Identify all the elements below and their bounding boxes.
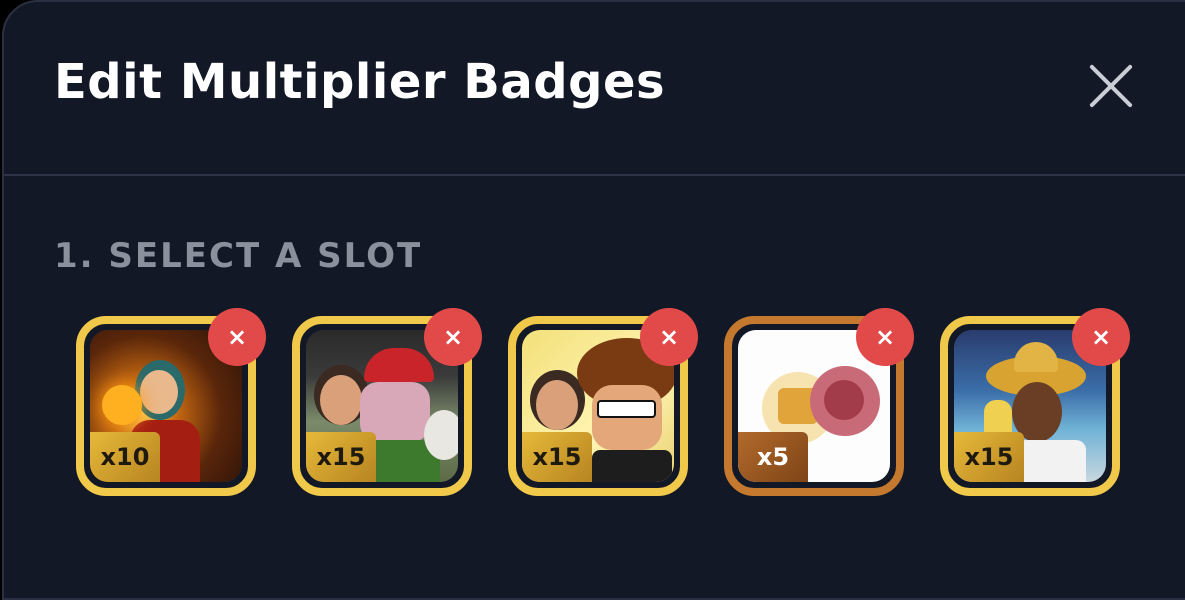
remove-icon[interactable]: × xyxy=(1072,308,1130,366)
remove-icon[interactable]: × xyxy=(856,308,914,366)
multiplier-label-5: x15 xyxy=(954,432,1024,482)
edit-badges-modal: Edit Multiplier Badges 1. SELECT A SLOT … xyxy=(2,0,1185,600)
badge-slot-2[interactable]: x15 × xyxy=(292,308,482,496)
header-divider xyxy=(4,174,1185,176)
multiplier-label-4: x5 xyxy=(738,432,808,482)
close-icon[interactable] xyxy=(1082,57,1140,115)
badge-slot-4[interactable]: x5 × xyxy=(724,308,914,496)
multiplier-label-1: x10 xyxy=(90,432,160,482)
remove-icon[interactable]: × xyxy=(208,308,266,366)
badge-slot-3[interactable]: x15 × xyxy=(508,308,698,496)
multiplier-label-3: x15 xyxy=(522,432,592,482)
remove-icon[interactable]: × xyxy=(424,308,482,366)
modal-title: Edit Multiplier Badges xyxy=(54,54,666,110)
multiplier-label-2: x15 xyxy=(306,432,376,482)
remove-icon[interactable]: × xyxy=(640,308,698,366)
section-label: 1. SELECT A SLOT xyxy=(54,236,423,276)
badge-slot-1[interactable]: x10 × xyxy=(76,308,266,496)
badge-slot-5[interactable]: x15 × xyxy=(940,308,1130,496)
